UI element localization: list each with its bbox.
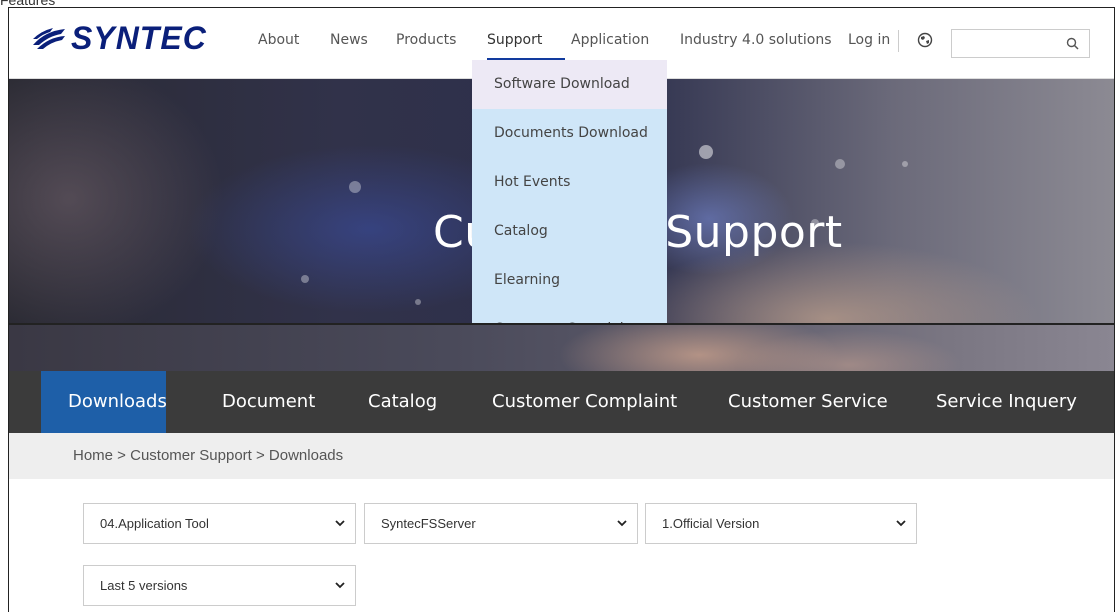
tab-catalog[interactable]: Catalog — [368, 371, 437, 433]
menu-item-catalog[interactable]: Catalog — [472, 207, 667, 256]
tab-customer-service[interactable]: Customer Service — [728, 371, 888, 433]
globe-icon[interactable] — [917, 32, 933, 48]
nav-products[interactable]: Products — [396, 32, 456, 48]
tab-service-inquery[interactable]: Service Inquery — [936, 371, 1077, 433]
screenshot-panel-top: SYNTEC About News Products Support Appli… — [8, 7, 1115, 324]
chevron-down-icon — [335, 582, 345, 589]
syntec-logo[interactable]: SYNTEC — [31, 20, 207, 57]
nav-divider — [898, 30, 899, 52]
nav-industry-4-solutions[interactable]: Industry 4.0 solutions — [680, 32, 831, 48]
nav-news[interactable]: News — [330, 32, 368, 48]
bokeh-dot — [349, 181, 361, 193]
screenshot-panel-bottom: Downloads Document Catalog Customer Comp… — [8, 324, 1115, 612]
banner-strip — [9, 325, 1114, 371]
nav-support[interactable]: Support — [487, 32, 542, 48]
range-select-value: Last 5 versions — [100, 578, 188, 593]
bokeh-dot — [301, 275, 309, 283]
bokeh-dot — [835, 159, 845, 169]
nav-about[interactable]: About — [258, 32, 299, 48]
nav-application[interactable]: Application — [571, 32, 649, 48]
breadcrumb-bar: Home > Customer Support > Downloads — [9, 433, 1114, 479]
menu-item-elearning[interactable]: Elearning — [472, 256, 667, 305]
category-select[interactable]: 04.Application Tool — [83, 503, 356, 544]
chevron-down-icon — [896, 520, 906, 527]
search-input[interactable] — [951, 29, 1090, 58]
menu-item-hot-events[interactable]: Hot Events — [472, 158, 667, 207]
version-type-select[interactable]: 1.Official Version — [645, 503, 917, 544]
version-type-select-value: 1.Official Version — [662, 516, 760, 531]
tab-document[interactable]: Document — [222, 371, 315, 433]
menu-item-documents-download[interactable]: Documents Download — [472, 109, 667, 158]
breadcrumb[interactable]: Home > Customer Support > Downloads — [73, 447, 343, 464]
search-icon[interactable] — [1066, 37, 1079, 50]
chevron-down-icon — [617, 520, 627, 527]
product-select-value: SyntecFSServer — [381, 516, 476, 531]
logo-wordmark: SYNTEC — [71, 20, 207, 56]
tab-customer-complaint[interactable]: Customer Complaint — [492, 371, 677, 433]
menu-item-customer-complaint[interactable]: Customer Complaint — [472, 305, 667, 323]
menu-item-software-download[interactable]: Software Download — [472, 60, 667, 109]
category-select-value: 04.Application Tool — [100, 516, 209, 531]
support-tab-bar: Downloads Document Catalog Customer Comp… — [9, 371, 1114, 433]
product-select[interactable]: SyntecFSServer — [364, 503, 638, 544]
bokeh-dot — [902, 161, 908, 167]
logo-mark-icon — [33, 27, 65, 49]
bokeh-dot — [699, 145, 713, 159]
bokeh-dot — [415, 299, 421, 305]
support-dropdown-menu: Software Download Documents Download Hot… — [472, 60, 667, 323]
chevron-down-icon — [335, 520, 345, 527]
nav-login[interactable]: Log in — [848, 32, 890, 48]
range-select[interactable]: Last 5 versions — [83, 565, 356, 606]
tab-downloads[interactable]: Downloads — [41, 371, 167, 433]
